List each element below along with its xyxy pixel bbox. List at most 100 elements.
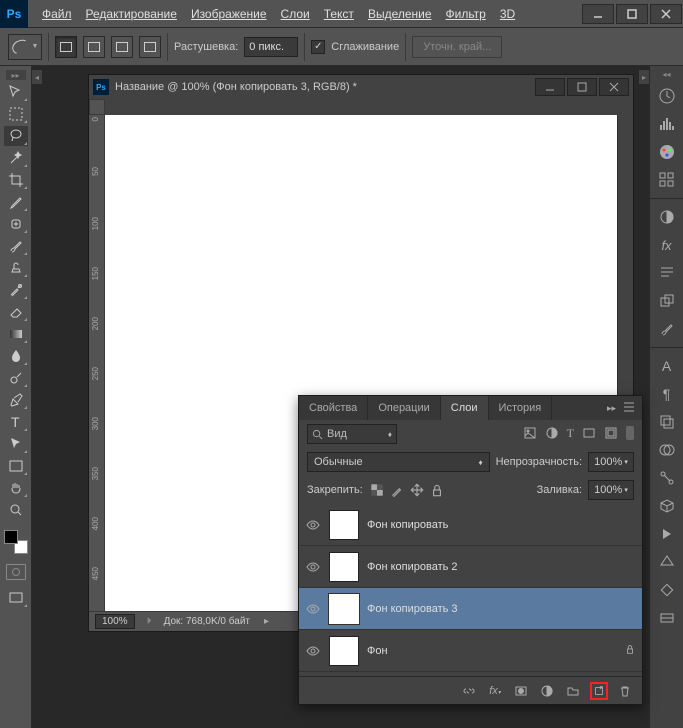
doc-maximize-button[interactable] <box>567 78 597 96</box>
layer-row[interactable]: Фон копировать 3 <box>299 588 642 630</box>
pen-tool[interactable] <box>4 390 28 410</box>
healing-brush-tool[interactable] <box>4 214 28 234</box>
styles-panel-icon[interactable]: fx <box>655 233 679 257</box>
layer-row[interactable]: Фон копировать <box>299 504 642 546</box>
tab-layers[interactable]: Слои <box>441 396 489 420</box>
visibility-toggle-icon[interactable] <box>305 643 321 659</box>
tab-properties[interactable]: Свойства <box>299 396 368 420</box>
filter-shape-icon[interactable] <box>582 426 596 443</box>
paths-panel-icon[interactable] <box>655 466 679 490</box>
swatches-panel-icon[interactable] <box>655 168 679 192</box>
rectangle-tool[interactable] <box>4 456 28 476</box>
layer-row[interactable]: Фон копировать 2 <box>299 546 642 588</box>
eyedropper-tool[interactable] <box>4 192 28 212</box>
menu-edit[interactable]: Редактирование <box>80 3 183 25</box>
blur-tool[interactable] <box>4 346 28 366</box>
toolbar-expand-icon[interactable]: ▸▸ <box>6 70 26 80</box>
lock-position-icon[interactable] <box>409 482 425 498</box>
screen-mode-button[interactable] <box>4 588 28 608</box>
paragraph-panel-icon[interactable] <box>655 261 679 285</box>
layers-panel-icon[interactable] <box>655 410 679 434</box>
ruler-origin[interactable] <box>89 99 105 115</box>
expand-left-icon[interactable]: ◂ <box>32 70 42 84</box>
visibility-toggle-icon[interactable] <box>305 559 321 575</box>
filter-adjustment-icon[interactable] <box>545 426 559 443</box>
brush-tool[interactable] <box>4 236 28 256</box>
selection-intersect-button[interactable] <box>139 36 161 58</box>
status-chevron-icon[interactable]: ⏵ <box>147 616 152 627</box>
maximize-button[interactable] <box>616 4 648 24</box>
doc-close-button[interactable] <box>599 78 629 96</box>
properties-panel-icon[interactable] <box>655 578 679 602</box>
layer-name[interactable]: Фон копировать 2 <box>367 561 458 573</box>
zoom-tool[interactable] <box>4 500 28 520</box>
filter-type-icon[interactable]: T <box>567 426 574 443</box>
magic-wand-tool[interactable] <box>4 148 28 168</box>
link-layers-icon[interactable] <box>460 682 478 700</box>
menu-type[interactable]: Текст <box>318 3 360 25</box>
3d-panel-icon[interactable] <box>655 494 679 518</box>
document-titlebar[interactable]: Ps Название @ 100% (Фон копировать 3, RG… <box>89 75 633 99</box>
filter-pixel-icon[interactable] <box>523 426 537 443</box>
layer-name[interactable]: Фон копировать 3 <box>367 603 458 615</box>
actions-panel-icon[interactable] <box>655 550 679 574</box>
adjustments-panel-icon[interactable] <box>655 205 679 229</box>
brush-panel-icon[interactable] <box>655 317 679 341</box>
selection-add-button[interactable] <box>83 36 105 58</box>
paragraph-styles-panel-icon[interactable]: ¶ <box>655 382 679 406</box>
tab-actions[interactable]: Операции <box>368 396 440 420</box>
minimize-button[interactable] <box>582 4 614 24</box>
menu-select[interactable]: Выделение <box>362 3 438 25</box>
character-panel-icon[interactable]: A <box>655 354 679 378</box>
type-tool[interactable]: T <box>4 412 28 432</box>
new-layer-icon[interactable] <box>590 682 608 700</box>
lock-transparency-icon[interactable] <box>369 482 385 498</box>
foreground-color-swatch[interactable] <box>4 530 18 544</box>
lock-all-icon[interactable] <box>429 482 445 498</box>
refine-edge-button[interactable]: Уточн. край... <box>412 36 502 58</box>
gradient-tool[interactable] <box>4 324 28 344</box>
visibility-toggle-icon[interactable] <box>305 601 321 617</box>
layer-thumbnail[interactable] <box>329 552 359 582</box>
layer-thumbnail[interactable] <box>329 510 359 540</box>
delete-layer-icon[interactable] <box>616 682 634 700</box>
layer-row[interactable]: Фон <box>299 630 642 672</box>
info-panel-icon[interactable] <box>655 606 679 630</box>
layer-group-icon[interactable] <box>564 682 582 700</box>
eraser-tool[interactable] <box>4 302 28 322</box>
ruler-vertical[interactable]: 0 50 100 150 200 250 300 350 400 450 <box>89 115 105 611</box>
path-selection-tool[interactable] <box>4 434 28 454</box>
layer-style-icon[interactable]: fx▾ <box>486 682 504 700</box>
visibility-toggle-icon[interactable] <box>305 517 321 533</box>
selection-new-button[interactable] <box>55 36 77 58</box>
layer-thumbnail[interactable] <box>329 636 359 666</box>
hand-tool[interactable] <box>4 478 28 498</box>
dodge-tool[interactable] <box>4 368 28 388</box>
layer-mask-icon[interactable] <box>512 682 530 700</box>
channels-panel-icon[interactable] <box>655 438 679 462</box>
clone-source-panel-icon[interactable] <box>655 289 679 313</box>
navigator-panel-icon[interactable] <box>655 84 679 108</box>
selection-subtract-button[interactable] <box>111 36 133 58</box>
lock-image-icon[interactable] <box>389 482 405 498</box>
opacity-field[interactable]: 100%▾ <box>588 452 634 472</box>
feather-input[interactable] <box>244 37 298 57</box>
sidebar-expand-icon[interactable]: ◂◂ <box>657 70 677 80</box>
menu-layer[interactable]: Слои <box>275 3 316 25</box>
layer-name[interactable]: Фон <box>367 645 388 657</box>
menu-3d[interactable]: 3D <box>494 3 521 25</box>
timeline-panel-icon[interactable] <box>655 522 679 546</box>
lasso-tool[interactable] <box>4 126 28 146</box>
filter-toggle-switch[interactable] <box>626 426 634 440</box>
menu-filter[interactable]: Фильтр <box>440 3 492 25</box>
quick-mask-button[interactable] <box>6 564 26 580</box>
history-brush-tool[interactable] <box>4 280 28 300</box>
move-tool[interactable] <box>4 82 28 102</box>
fill-field[interactable]: 100%▾ <box>588 480 634 500</box>
zoom-field[interactable]: 100% <box>95 614 135 629</box>
expand-right-icon[interactable]: ▸ <box>639 70 649 84</box>
layer-thumbnail[interactable] <box>329 594 359 624</box>
menu-file[interactable]: Файл <box>36 3 78 25</box>
crop-tool[interactable] <box>4 170 28 190</box>
clone-stamp-tool[interactable] <box>4 258 28 278</box>
